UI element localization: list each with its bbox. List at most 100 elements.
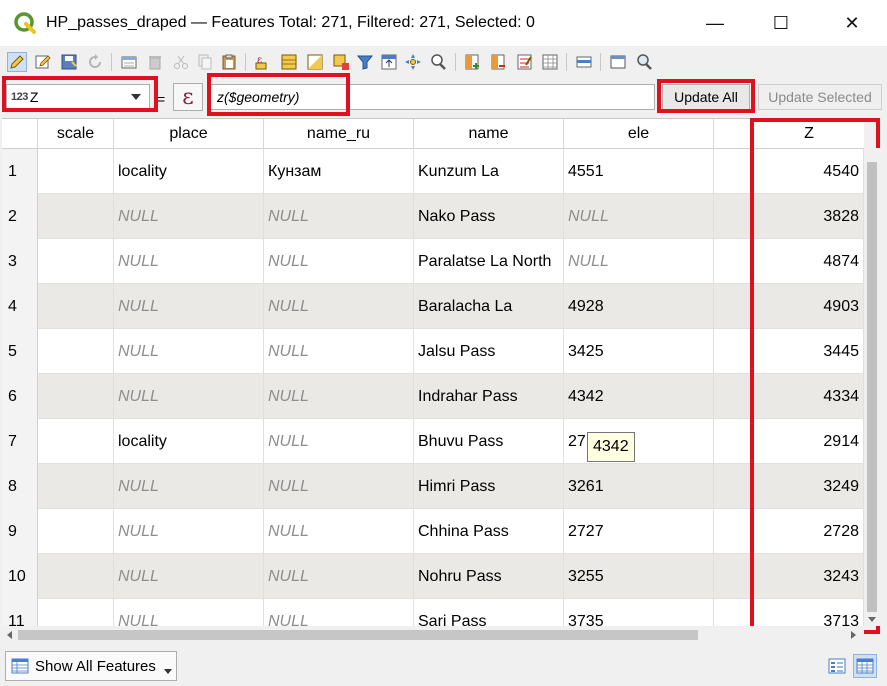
- cell-ele[interactable]: 3425: [564, 329, 714, 374]
- cell-name-ru[interactable]: NULL: [264, 509, 414, 554]
- column-header-place[interactable]: place: [114, 119, 264, 149]
- cell-name[interactable]: Bhuvu Pass: [414, 419, 564, 464]
- cell-ele[interactable]: NULL: [564, 239, 714, 284]
- cell-name[interactable]: Chhina Pass: [414, 509, 564, 554]
- dock-window-icon[interactable]: [608, 52, 628, 72]
- cell-place[interactable]: NULL: [114, 464, 264, 509]
- cell-scale[interactable]: [38, 464, 114, 509]
- cell-name[interactable]: Jalsu Pass: [414, 329, 564, 374]
- row-header-corner[interactable]: [2, 119, 38, 149]
- cell-name[interactable]: Nohru Pass: [414, 554, 564, 599]
- row-number[interactable]: 9: [2, 509, 38, 554]
- select-all-icon[interactable]: [279, 52, 299, 72]
- column-header-hidden[interactable]: [714, 119, 754, 149]
- cell-name[interactable]: Himri Pass: [414, 464, 564, 509]
- show-all-features-button[interactable]: Show All Features: [5, 651, 177, 681]
- column-header-scale[interactable]: scale: [38, 119, 114, 149]
- cell-ele[interactable]: 3735: [564, 599, 714, 626]
- cell-name[interactable]: Paralatse La North: [414, 239, 564, 284]
- zoom-to-selection-icon[interactable]: [428, 52, 448, 72]
- cell-scale[interactable]: [38, 194, 114, 239]
- cell-hidden[interactable]: [714, 284, 754, 329]
- scroll-left-arrow-icon[interactable]: [7, 631, 12, 639]
- close-button[interactable]: ✕: [829, 0, 875, 46]
- copy-icon[interactable]: [195, 52, 215, 72]
- form-view-button[interactable]: [825, 654, 849, 678]
- cell-name-ru[interactable]: NULL: [264, 419, 414, 464]
- cell-hidden[interactable]: [714, 239, 754, 284]
- row-number[interactable]: 2: [2, 194, 38, 239]
- cell-name-ru[interactable]: NULL: [264, 374, 414, 419]
- move-selection-to-top-icon[interactable]: [379, 52, 399, 72]
- add-feature-icon[interactable]: [119, 52, 139, 72]
- multi-edit-icon[interactable]: [33, 52, 53, 72]
- row-number[interactable]: 8: [2, 464, 38, 509]
- table-row[interactable]: 11 NULL NULL Sari Pass 3735 3713: [2, 599, 864, 626]
- cell-hidden[interactable]: [714, 374, 754, 419]
- cell-scale[interactable]: [38, 374, 114, 419]
- cell-name-ru[interactable]: NULL: [264, 554, 414, 599]
- cell-hidden[interactable]: [714, 599, 754, 626]
- table-view-button[interactable]: [853, 654, 877, 678]
- cell-name[interactable]: Nako Pass: [414, 194, 564, 239]
- horizontal-scrollbar[interactable]: [2, 626, 864, 644]
- scroll-down-arrow-icon[interactable]: [868, 617, 876, 622]
- table-row[interactable]: 2 NULL NULL Nako Pass NULL 3828: [2, 194, 864, 239]
- pan-to-selection-icon[interactable]: [403, 52, 423, 72]
- cell-name[interactable]: Kunzum La: [414, 149, 564, 194]
- column-header-name-ru[interactable]: name_ru: [264, 119, 414, 149]
- row-number[interactable]: 3: [2, 239, 38, 284]
- cell-name[interactable]: Indrahar Pass: [414, 374, 564, 419]
- cell-name-ru[interactable]: Кунзам: [264, 149, 414, 194]
- table-row[interactable]: 10 NULL NULL Nohru Pass 3255 3243: [2, 554, 864, 599]
- table-row[interactable]: 4 NULL NULL Baralacha La 4928 4903: [2, 284, 864, 329]
- cell-place[interactable]: locality: [114, 149, 264, 194]
- minimize-button[interactable]: —: [692, 0, 738, 46]
- row-number[interactable]: 7: [2, 419, 38, 464]
- organize-columns-icon[interactable]: [634, 52, 654, 72]
- cell-hidden[interactable]: [714, 194, 754, 239]
- paste-icon[interactable]: [219, 52, 239, 72]
- column-header-ele[interactable]: ele: [564, 119, 714, 149]
- table-row[interactable]: 1 locality Кунзам Kunzum La 4551 4540: [2, 149, 864, 194]
- conditional-formatting-icon[interactable]: [515, 52, 535, 72]
- cell-place[interactable]: NULL: [114, 329, 264, 374]
- row-number[interactable]: 10: [2, 554, 38, 599]
- row-number[interactable]: 11: [2, 599, 38, 626]
- vertical-scrollbar[interactable]: [864, 148, 880, 626]
- table-row[interactable]: 9 NULL NULL Chhina Pass 2727 2728: [2, 509, 864, 554]
- cell-place[interactable]: NULL: [114, 599, 264, 626]
- table-row[interactable]: 6 NULL NULL Indrahar Pass 4342 4334: [2, 374, 864, 419]
- cell-scale[interactable]: [38, 509, 114, 554]
- maximize-button[interactable]: ☐: [758, 0, 804, 46]
- filter-icon[interactable]: [355, 52, 375, 72]
- reload-icon[interactable]: [85, 52, 105, 72]
- cell-name-ru[interactable]: NULL: [264, 464, 414, 509]
- table-row[interactable]: 8 NULL NULL Himri Pass 3261 3249: [2, 464, 864, 509]
- cell-ele[interactable]: 2727: [564, 509, 714, 554]
- delete-field-icon[interactable]: [489, 52, 509, 72]
- scroll-right-arrow-icon[interactable]: [851, 631, 856, 639]
- cell-place[interactable]: locality: [114, 419, 264, 464]
- cell-scale[interactable]: [38, 284, 114, 329]
- cell-place[interactable]: NULL: [114, 374, 264, 419]
- cell-name-ru[interactable]: NULL: [264, 284, 414, 329]
- field-calculator-icon[interactable]: [540, 52, 560, 72]
- table-row[interactable]: 7 locality NULL Bhuvu Pass 27 2914: [2, 419, 864, 464]
- update-selected-button[interactable]: Update Selected: [758, 84, 882, 110]
- delete-feature-icon[interactable]: [145, 52, 165, 72]
- cell-scale[interactable]: [38, 149, 114, 194]
- cell-name-ru[interactable]: NULL: [264, 194, 414, 239]
- row-number[interactable]: 4: [2, 284, 38, 329]
- cell-name-ru[interactable]: NULL: [264, 239, 414, 284]
- row-number[interactable]: 5: [2, 329, 38, 374]
- save-edits-icon[interactable]: [59, 52, 79, 72]
- column-header-name[interactable]: name: [414, 119, 564, 149]
- cell-place[interactable]: NULL: [114, 239, 264, 284]
- cell-hidden[interactable]: [714, 419, 754, 464]
- cell-scale[interactable]: [38, 419, 114, 464]
- cell-name-ru[interactable]: NULL: [264, 599, 414, 626]
- table-row[interactable]: 3 NULL NULL Paralatse La North NULL 4874: [2, 239, 864, 284]
- cell-name[interactable]: Sari Pass: [414, 599, 564, 626]
- cell-ele[interactable]: 4342: [564, 374, 714, 419]
